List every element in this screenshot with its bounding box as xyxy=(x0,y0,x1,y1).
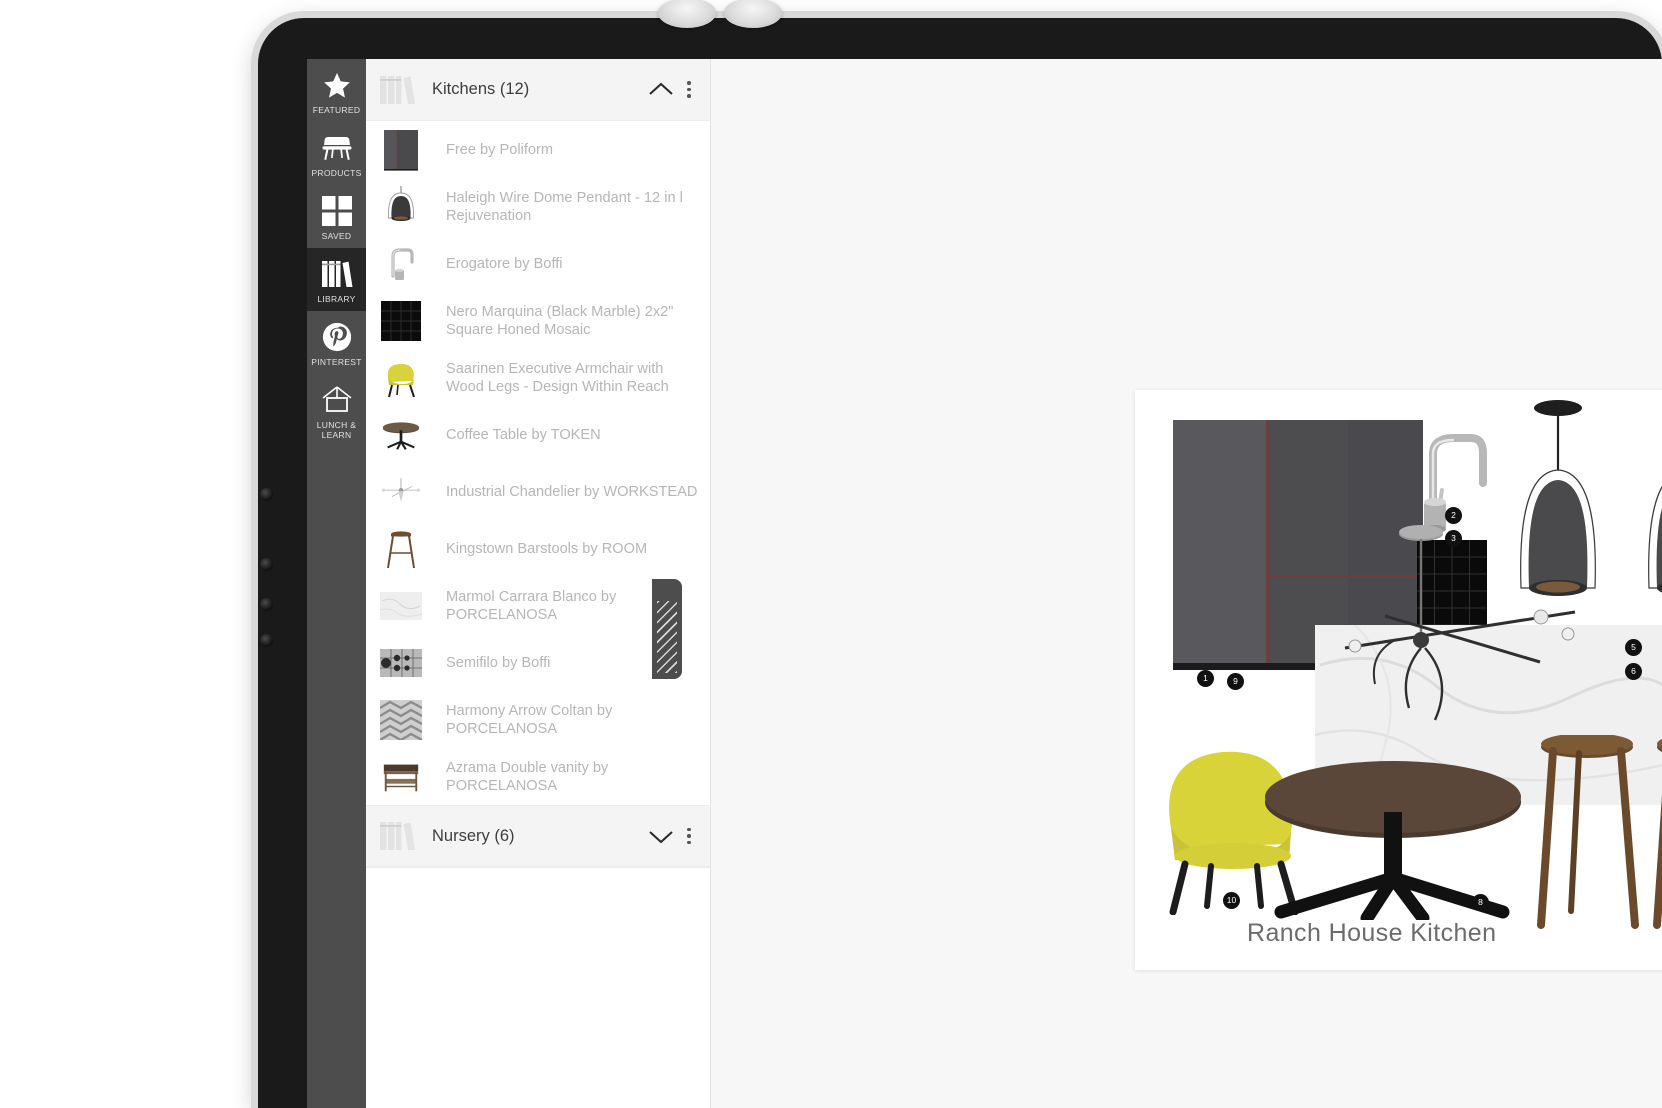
books-group-icon xyxy=(376,69,418,111)
device-side-button-1[interactable] xyxy=(260,488,273,501)
list-item[interactable]: Industrial Chandelier by WORKSTEAD xyxy=(366,463,710,520)
rail-item-featured[interactable]: FEATURED xyxy=(307,59,366,122)
camera-lens-1 xyxy=(658,0,716,28)
books-icon xyxy=(321,257,353,291)
list-item-label: Haleigh Wire Dome Pendant - 12 in l Reju… xyxy=(446,189,683,224)
chevron-up-icon[interactable] xyxy=(646,75,676,105)
thumbnail-carrara-marble xyxy=(380,585,422,627)
thumbnail-pendant xyxy=(380,185,422,228)
list-item-label: Coffee Table by TOKEN xyxy=(446,426,601,443)
app-screen: FEATURED PRODUCTS SAVED LIBRARY PINTERES… xyxy=(307,59,1662,1108)
rail-item-library[interactable]: LIBRARY xyxy=(307,248,366,311)
lunch-learn-icon xyxy=(321,383,353,417)
list-item-label: Industrial Chandelier by WORKSTEAD xyxy=(446,483,698,500)
thumbnail-chandelier xyxy=(380,471,422,513)
list-item-label: Erogatore by Boffi xyxy=(446,255,563,272)
chair-icon xyxy=(320,131,354,165)
device-side-button-3[interactable] xyxy=(260,598,273,611)
list-item-label: Nero Marquina (Black Marble) 2x2" Square… xyxy=(446,303,674,338)
rail-label-featured: FEATURED xyxy=(312,105,361,115)
thumbnail-cooktop xyxy=(380,642,422,684)
grid-icon xyxy=(321,194,352,228)
group-title-kitchens: Kitchens (12) xyxy=(432,80,530,98)
handle-grip-stripes xyxy=(657,601,677,673)
rail-label-lunch-learn: LUNCH & LEARN xyxy=(316,420,357,440)
star-icon xyxy=(322,68,352,102)
rail-label-pinterest: PINTEREST xyxy=(311,357,362,367)
list-item-label: Semifilo by Boffi xyxy=(446,654,551,671)
list-item-label: Free by Poliform xyxy=(446,141,554,158)
group-title-nursery: Nursery (6) xyxy=(432,826,515,845)
rail-item-pinterest[interactable]: PINTEREST xyxy=(307,311,366,374)
list-item-label: Kingstown Barstools by ROOM xyxy=(446,540,648,557)
camera-bumps xyxy=(658,0,788,32)
thumbnail-armchair xyxy=(380,357,422,399)
device-side-button-2[interactable] xyxy=(260,558,273,571)
rail-item-saved[interactable]: SAVED xyxy=(307,185,366,248)
thumbnail-cabinet xyxy=(380,129,422,171)
list-item[interactable]: Harmony Arrow Coltan by PORCELANOSA xyxy=(366,691,710,748)
pinterest-icon xyxy=(322,320,352,354)
list-item[interactable]: Coffee Table by TOKEN xyxy=(366,406,710,463)
mood-board-card[interactable]: 1 9 2 3 4 5 6 7 8 10 Ranch House Kitchen xyxy=(1135,390,1662,970)
board-badge[interactable]: 10 xyxy=(1223,892,1240,909)
group-overflow-menu-nursery[interactable] xyxy=(676,821,702,851)
list-item-label: Azrama Double vanity by PORCELANOSA xyxy=(446,759,609,794)
list-item[interactable]: Nero Marquina (Black Marble) 2x2" Square… xyxy=(366,292,710,349)
chevron-down-icon[interactable] xyxy=(646,821,676,851)
board-badge[interactable]: 1 xyxy=(1197,670,1214,687)
rail-item-lunch-learn[interactable]: LUNCH & LEARN xyxy=(307,374,366,447)
board-badge[interactable]: 8 xyxy=(1472,894,1489,911)
rail-label-saved: SAVED xyxy=(321,231,352,241)
group-header-nursery[interactable]: Nursery (6) xyxy=(366,805,710,867)
board-item-pendants[interactable] xyxy=(1505,398,1662,638)
thumbnail-vanity xyxy=(380,756,422,798)
thumbnail-faucet xyxy=(380,243,422,285)
list-item[interactable]: Kingstown Barstools by ROOM xyxy=(366,520,710,577)
board-title: Ranch House Kitchen xyxy=(1247,919,1497,947)
list-item[interactable]: Haleigh Wire Dome Pendant - 12 in l Reju… xyxy=(366,178,710,235)
panel-resize-handle[interactable] xyxy=(652,579,682,679)
list-item[interactable] xyxy=(366,867,710,924)
board-item-barstools[interactable] xyxy=(1535,733,1662,930)
board-badge[interactable]: 5 xyxy=(1625,639,1642,656)
board-badge[interactable]: 2 xyxy=(1445,507,1462,524)
tablet-device-frame: FEATURED PRODUCTS SAVED LIBRARY PINTERES… xyxy=(258,0,1662,1108)
device-side-button-4[interactable] xyxy=(260,634,273,647)
rail-label-products: PRODUCTS xyxy=(311,168,362,178)
list-item[interactable]: Azrama Double vanity by PORCELANOSA xyxy=(366,748,710,805)
books-group-icon xyxy=(376,815,418,857)
group-header-kitchens[interactable]: Kitchens (12) xyxy=(366,59,710,121)
board-canvas[interactable]: 1 9 2 3 4 5 6 7 8 10 Ranch House Kitchen xyxy=(711,59,1662,1108)
list-item[interactable]: Free by Poliform xyxy=(366,121,710,178)
list-item-label: Harmony Arrow Coltan by PORCELANOSA xyxy=(446,702,613,737)
board-badge[interactable]: 9 xyxy=(1227,673,1244,690)
board-badge[interactable]: 3 xyxy=(1445,530,1462,547)
list-item[interactable]: Erogatore by Boffi xyxy=(366,235,710,292)
list-item[interactable]: Saarinen Executive Armchair with Wood Le… xyxy=(366,349,710,406)
thumbnail-coffee-table xyxy=(380,414,422,456)
rail-label-library: LIBRARY xyxy=(317,294,356,304)
board-badge[interactable]: 6 xyxy=(1625,663,1642,680)
camera-lens-2 xyxy=(724,0,782,28)
thumbnail-barstool xyxy=(380,528,422,570)
left-nav-rail: FEATURED PRODUCTS SAVED LIBRARY PINTERES… xyxy=(307,59,366,1108)
thumbnail-chevron-tile xyxy=(380,699,422,741)
rail-item-products[interactable]: PRODUCTS xyxy=(307,122,366,185)
thumbnail-black-mosaic xyxy=(380,300,422,342)
group-overflow-menu-kitchens[interactable] xyxy=(676,75,702,105)
list-item-label: Saarinen Executive Armchair with Wood Le… xyxy=(446,360,669,395)
